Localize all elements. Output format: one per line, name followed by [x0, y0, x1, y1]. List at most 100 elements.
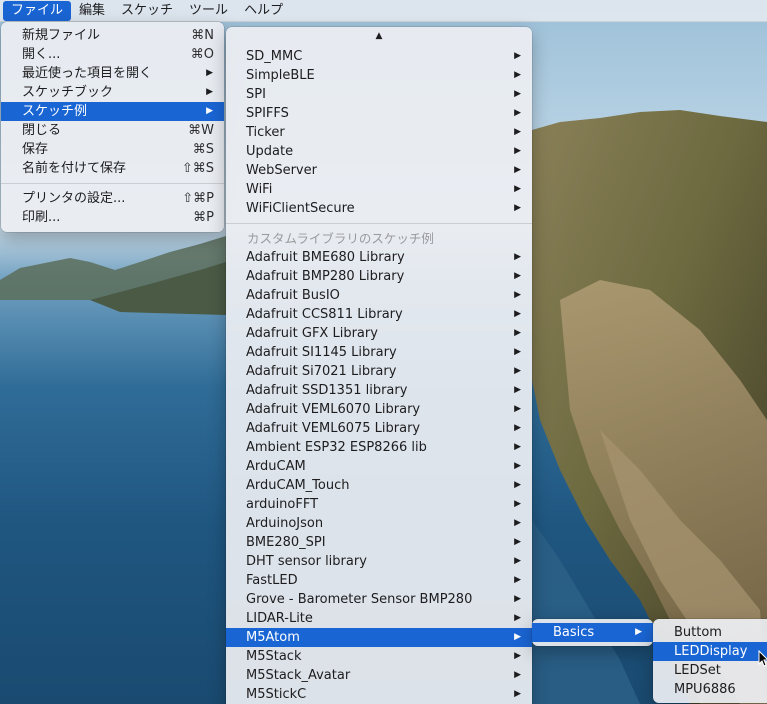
menu-item-label: 保存 [22, 142, 49, 157]
menu-item-basics[interactable]: Basics ▶ [532, 623, 653, 642]
menu-item-label: M5Stack [246, 649, 302, 664]
menu-item-example[interactable]: Adafruit CCS811 Library ▶ [226, 305, 532, 324]
menubar-help[interactable]: ヘルプ [236, 1, 291, 21]
menu-item-example[interactable]: SPI ▶ [226, 85, 532, 104]
menu-item-label: Buttom [674, 625, 722, 640]
submenu-arrow-icon: ▶ [514, 670, 521, 680]
menu-item-example[interactable]: Update ▶ [226, 142, 532, 161]
menu-item-label: Adafruit GFX Library [246, 326, 378, 341]
menu-item-example[interactable]: WiFi ▶ [226, 180, 532, 199]
menu-item-example[interactable]: Adafruit GFX Library ▶ [226, 324, 532, 343]
submenu-arrow-icon: ▶ [206, 87, 213, 97]
menu-item-label: SimpleBLE [246, 68, 315, 83]
menu-item-save[interactable]: 保存 ⌘S [1, 140, 224, 159]
menu-item-example[interactable]: Ticker ▶ [226, 123, 532, 142]
menu-item-label: ArduCAM_Touch [246, 478, 350, 493]
submenu-arrow-icon: ▶ [514, 309, 521, 319]
menu-item-example[interactable]: BME280_SPI ▶ [226, 533, 532, 552]
submenu-arrow-icon: ▶ [635, 627, 642, 637]
menu-item-example[interactable]: Adafruit BusIO ▶ [226, 286, 532, 305]
menu-item-open[interactable]: 開く... ⌘O [1, 45, 224, 64]
menu-item-label: Adafruit SSD1351 library [246, 383, 408, 398]
menu-item-example[interactable]: Grove - Barometer Sensor BMP280 ▶ [226, 590, 532, 609]
menu-item-label: MPU6886 [674, 682, 736, 697]
menu-item-page-setup[interactable]: プリンタの設定... ⇧⌘P [1, 189, 224, 208]
menu-item-label: Adafruit Si7021 Library [246, 364, 397, 379]
menu-item-label: BME280_SPI [246, 535, 326, 550]
menu-item-example[interactable]: Adafruit VEML6070 Library ▶ [226, 400, 532, 419]
menu-item-example[interactable]: Adafruit SI1145 Library ▶ [226, 343, 532, 362]
menubar-tools[interactable]: ツール [181, 1, 236, 21]
menu-item-label: LEDDisplay [674, 644, 748, 659]
menu-item-example[interactable]: ArduinoJson ▶ [226, 514, 532, 533]
menu-bar: ファイル 編集 スケッチ ツール ヘルプ [0, 0, 767, 22]
menu-item-example[interactable]: Adafruit Si7021 Library ▶ [226, 362, 532, 381]
menubar-edit[interactable]: 編集 [71, 1, 113, 21]
menu-item-example[interactable]: FastLED ▶ [226, 571, 532, 590]
basics-submenu: Buttom LEDDisplay LEDSet MPU6886 [653, 619, 767, 703]
menu-item-label: LIDAR-Lite [246, 611, 313, 626]
menu-item-new-file[interactable]: 新規ファイル ⌘N [1, 26, 224, 45]
menu-item-example[interactable]: WiFiClientSecure ▶ [226, 199, 532, 218]
shortcut-label: ⇧⌘P [182, 191, 214, 206]
menu-item-example[interactable]: M5Stack_Avatar ▶ [226, 666, 532, 685]
submenu-arrow-icon: ▶ [514, 404, 521, 414]
menu-item-label: Adafruit CCS811 Library [246, 307, 403, 322]
menu-item-close[interactable]: 閉じる ⌘W [1, 121, 224, 140]
submenu-arrow-icon: ▶ [514, 537, 521, 547]
menu-item-examples[interactable]: スケッチ例 ▶ [1, 102, 224, 121]
menu-item-label: WiFiClientSecure [246, 201, 355, 216]
menu-item-sketchbook[interactable]: スケッチブック ▶ [1, 83, 224, 102]
menu-item-example[interactable]: WebServer ▶ [226, 161, 532, 180]
menu-item-example[interactable]: SPIFFS ▶ [226, 104, 532, 123]
menu-item-example[interactable]: Adafruit BME680 Library ▶ [226, 248, 532, 267]
menu-item-open-recent[interactable]: 最近使った項目を開く ▶ [1, 64, 224, 83]
submenu-arrow-icon: ▶ [514, 347, 521, 357]
menu-item-example[interactable]: LIDAR-Lite ▶ [226, 609, 532, 628]
submenu-arrow-icon: ▶ [514, 385, 521, 395]
submenu-arrow-icon: ▶ [206, 68, 213, 78]
menu-item-example[interactable]: DHT sensor library ▶ [226, 552, 532, 571]
menu-item-example[interactable]: ArduCAM_Touch ▶ [226, 476, 532, 495]
menu-item-label: M5Stack_Avatar [246, 668, 351, 683]
menu-item-mpu6886[interactable]: MPU6886 [653, 680, 767, 699]
menu-item-ledset[interactable]: LEDSet [653, 661, 767, 680]
menu-item-example[interactable]: M5Stack ▶ [226, 647, 532, 666]
menu-item-label: WebServer [246, 163, 317, 178]
menu-item-label: Update [246, 144, 294, 159]
scroll-up-arrow-icon[interactable]: ▲ [226, 27, 532, 47]
menu-item-leddisplay[interactable]: LEDDisplay [653, 642, 767, 661]
menu-item-example[interactable]: ArduCAM ▶ [226, 457, 532, 476]
menu-item-example[interactable]: Adafruit SSD1351 library ▶ [226, 381, 532, 400]
shortcut-label: ⌘P [193, 210, 214, 225]
menu-item-example[interactable]: arduinoFFT ▶ [226, 495, 532, 514]
menu-item-label: M5StickC [246, 687, 307, 702]
menu-item-example[interactable]: M5Atom ▶ [226, 628, 532, 647]
menu-item-label: Adafruit VEML6075 Library [246, 421, 421, 436]
menu-item-example[interactable]: Ambient ESP32 ESP8266 lib ▶ [226, 438, 532, 457]
submenu-arrow-icon: ▶ [514, 575, 521, 585]
menu-item-save-as[interactable]: 名前を付けて保存 ⇧⌘S [1, 159, 224, 178]
menu-item-label: 開く... [22, 47, 61, 62]
menu-item-print[interactable]: 印刷... ⌘P [1, 208, 224, 227]
menubar-sketch[interactable]: スケッチ [113, 1, 181, 21]
menu-item-buttom[interactable]: Buttom [653, 623, 767, 642]
menu-item-example[interactable]: M5StickC ▶ [226, 685, 532, 704]
submenu-arrow-icon: ▶ [514, 423, 521, 433]
menu-item-label: 最近使った項目を開く [22, 66, 153, 81]
submenu-arrow-icon: ▶ [514, 651, 521, 661]
menu-item-label: スケッチブック [22, 85, 114, 100]
menubar-file[interactable]: ファイル [3, 0, 72, 21]
menu-item-label: 名前を付けて保存 [22, 161, 127, 176]
menu-item-example[interactable]: SimpleBLE ▶ [226, 66, 532, 85]
menu-separator [226, 223, 532, 224]
menu-item-example[interactable]: Adafruit VEML6075 Library ▶ [226, 419, 532, 438]
menu-item-example[interactable]: Adafruit BMP280 Library ▶ [226, 267, 532, 286]
builtin-examples-list: SD_MMC ▶ SimpleBLE ▶ SPI ▶ SPIFFS ▶ Ticker ▶ Updat… [226, 47, 532, 218]
submenu-arrow-icon: ▶ [514, 108, 521, 118]
submenu-arrow-icon: ▶ [514, 271, 521, 281]
menu-item-example[interactable]: SD_MMC ▶ [226, 47, 532, 66]
submenu-arrow-icon: ▶ [514, 184, 521, 194]
submenu-arrow-icon: ▶ [206, 106, 213, 116]
submenu-arrow-icon: ▶ [514, 442, 521, 452]
